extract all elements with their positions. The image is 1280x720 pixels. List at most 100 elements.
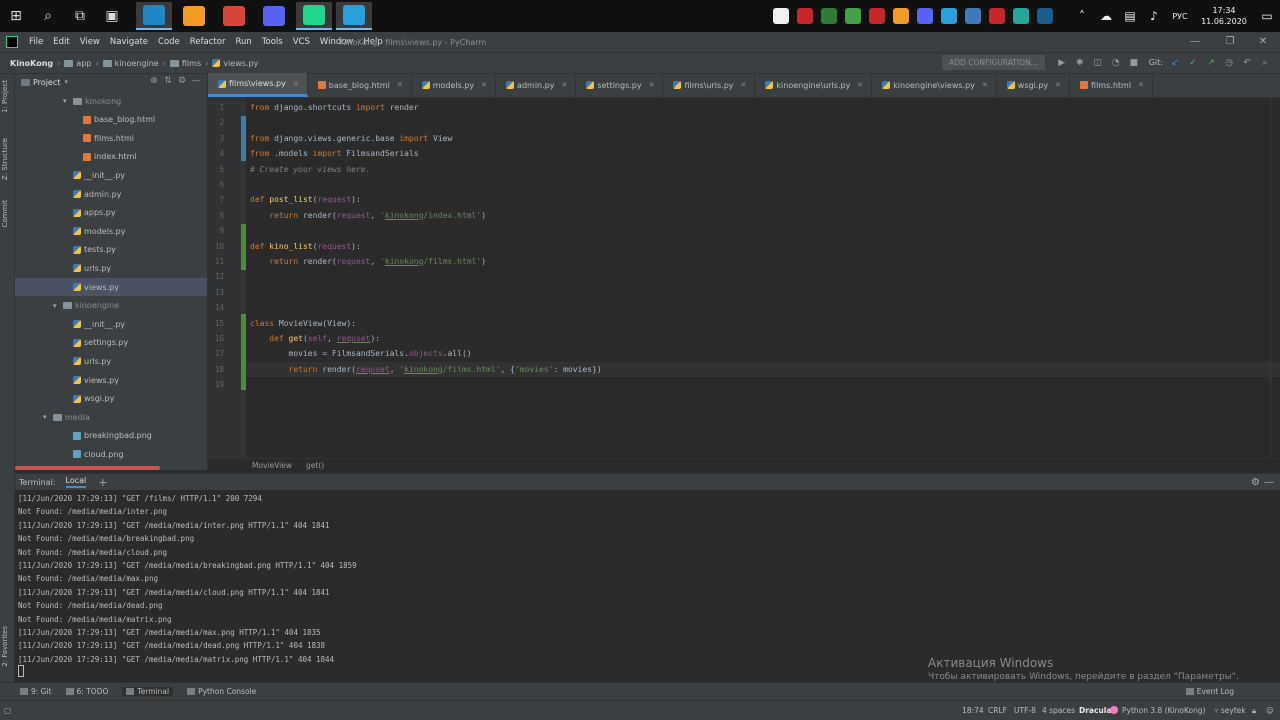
- terminal-tool-button[interactable]: Terminal: [122, 687, 174, 696]
- tray-dota-icon[interactable]: [866, 5, 888, 27]
- tree-file[interactable]: cloud.png: [15, 445, 207, 463]
- language-indicator[interactable]: РУС: [1167, 5, 1193, 27]
- line-separator[interactable]: CRLF: [988, 706, 1007, 715]
- tree-file[interactable]: views.py: [15, 371, 207, 389]
- favorites-tool-tab[interactable]: 2: Favorites: [1, 626, 9, 667]
- chevron-down-icon[interactable]: ▾: [53, 302, 63, 310]
- lock-icon[interactable]: 🔒︎: [1252, 706, 1256, 716]
- git-commit-icon[interactable]: ✓: [1185, 58, 1201, 68]
- tree-folder[interactable]: ▾ kinoengine: [15, 297, 207, 315]
- minimize-icon[interactable]: —: [1180, 32, 1210, 52]
- code-line[interactable]: class MovieView(View):: [250, 316, 356, 331]
- project-tool-tab[interactable]: 1: Project: [1, 80, 9, 113]
- rollback-icon[interactable]: ↶: [1239, 58, 1255, 68]
- tray-app-green-icon[interactable]: [1010, 5, 1032, 27]
- tray-file-icon[interactable]: [770, 5, 792, 27]
- menu-edit[interactable]: Edit: [48, 37, 74, 47]
- chevron-down-icon[interactable]: ▾: [43, 413, 53, 421]
- theme-name[interactable]: Dracula: [1079, 706, 1111, 715]
- add-configuration-button[interactable]: ADD CONFIGURATION...: [942, 55, 1045, 70]
- editor-tab[interactable]: settings.py ✕: [576, 73, 664, 97]
- crumb-class[interactable]: MovieView: [252, 461, 292, 470]
- debug-icon[interactable]: ✱: [1072, 58, 1088, 68]
- chevron-up-icon[interactable]: ˄: [1071, 5, 1093, 27]
- close-icon[interactable]: ✕: [1248, 32, 1278, 52]
- menu-tools[interactable]: Tools: [257, 37, 288, 47]
- code-line[interactable]: from .models import FilmsandSerials: [250, 146, 419, 161]
- network-icon[interactable]: ▤: [1119, 5, 1141, 27]
- tray-fps-icon[interactable]: [818, 5, 840, 27]
- tray-snipping-icon[interactable]: [794, 5, 816, 27]
- tree-file[interactable]: tests.py: [15, 241, 207, 259]
- history-icon[interactable]: ◷: [1221, 58, 1237, 68]
- tray-discord-icon[interactable]: [914, 5, 936, 27]
- close-tab-icon[interactable]: ✕: [397, 81, 403, 89]
- terminal-tab-local[interactable]: Local: [65, 476, 87, 488]
- code-editor[interactable]: 1 2 3 4 5 6 7 8 9 10 11 12 13 14 15 16 17 18 19 from djang…: [208, 98, 1280, 458]
- search-everywhere-icon[interactable]: ⌕: [1257, 58, 1273, 68]
- layout-icon[interactable]: ▢: [4, 706, 11, 715]
- taskbar-app-discord[interactable]: [256, 2, 292, 30]
- editor-tab[interactable]: kinoengine\views.py ✕: [872, 73, 997, 97]
- git-tool-button[interactable]: 9: Git: [20, 687, 52, 696]
- close-tab-icon[interactable]: ✕: [982, 81, 988, 89]
- close-tab-icon[interactable]: ✕: [741, 81, 747, 89]
- tray-telegram-icon[interactable]: [938, 5, 960, 27]
- project-panel-title[interactable]: Project: [33, 78, 60, 87]
- tree-folder[interactable]: ▾ kinokong: [15, 92, 207, 110]
- structure-tool-tab[interactable]: Z: Structure: [1, 138, 9, 180]
- editor-tab[interactable]: kinoengine\urls.py ✕: [755, 73, 873, 97]
- add-terminal-icon[interactable]: +: [98, 476, 107, 489]
- code-line[interactable]: return render(request, 'kinokong/index.h…: [250, 208, 486, 223]
- terminal-output[interactable]: [11/Jun/2020 17:29:13] "GET /films/ HTTP…: [15, 490, 1280, 682]
- volume-icon[interactable]: ♪: [1143, 5, 1165, 27]
- taskbar-app-pycharm[interactable]: [296, 2, 332, 30]
- cloud-icon[interactable]: ☁: [1095, 5, 1117, 27]
- tree-file[interactable]: urls.py: [15, 352, 207, 370]
- tree-file[interactable]: wsgi.py: [15, 390, 207, 408]
- chevron-down-icon[interactable]: ▾: [64, 78, 68, 86]
- code-line[interactable]: # Create your views here.: [250, 162, 370, 177]
- tree-file[interactable]: models.py: [15, 222, 207, 240]
- tray-xbox-icon[interactable]: [842, 5, 864, 27]
- windows-start-icon[interactable]: ⊞: [1, 3, 31, 29]
- taskbar-app-telegram[interactable]: [336, 2, 372, 30]
- crumb-file[interactable]: views.py: [223, 59, 258, 68]
- tray-steam-icon[interactable]: [1034, 5, 1056, 27]
- hide-icon[interactable]: —: [189, 76, 203, 86]
- gear-icon[interactable]: ⚙: [175, 76, 189, 86]
- interpreter-selector[interactable]: Python 3.8 (KinoKong): [1110, 706, 1206, 715]
- menu-view[interactable]: View: [75, 37, 105, 47]
- close-tab-icon[interactable]: ✕: [1055, 81, 1061, 89]
- tray-aida64-icon[interactable]: [986, 5, 1008, 27]
- gear-icon[interactable]: ⚙: [1251, 477, 1260, 488]
- file-encoding[interactable]: UTF-8: [1014, 706, 1036, 715]
- tree-file[interactable]: apps.py: [15, 204, 207, 222]
- commit-tool-tab[interactable]: Commit: [1, 200, 9, 228]
- chevron-down-icon[interactable]: ▾: [63, 97, 73, 105]
- tree-file[interactable]: admin.py: [15, 185, 207, 203]
- tree-file[interactable]: settings.py: [15, 334, 207, 352]
- editor-tab[interactable]: admin.py ✕: [496, 73, 577, 97]
- coverage-icon[interactable]: ◫: [1090, 58, 1106, 68]
- menu-navigate[interactable]: Navigate: [105, 37, 153, 47]
- tree-file[interactable]: breakingbad.png: [15, 427, 207, 445]
- tray-python-icon[interactable]: [962, 5, 984, 27]
- caret-position[interactable]: 18:74: [962, 706, 984, 715]
- crumb-kinoengine[interactable]: kinoengine: [115, 59, 159, 68]
- tree-file[interactable]: __init__.py: [15, 166, 207, 184]
- task-view-icon[interactable]: ⧉: [65, 3, 95, 29]
- code-line[interactable]: def post_list(request):: [250, 192, 361, 207]
- git-push-icon[interactable]: ↗: [1203, 58, 1219, 68]
- inspector-icon[interactable]: ☺: [1266, 706, 1274, 715]
- close-tab-icon[interactable]: ✕: [481, 81, 487, 89]
- git-branch[interactable]: ⑂ seytek: [1214, 706, 1246, 715]
- taskbar-app-sublime[interactable]: [176, 2, 212, 30]
- code-line[interactable]: from django.views.generic.base import Vi…: [250, 131, 452, 146]
- crumb-films[interactable]: films: [182, 59, 201, 68]
- event-log-button[interactable]: Event Log: [1185, 687, 1234, 696]
- close-tab-icon[interactable]: ✕: [1138, 81, 1144, 89]
- code-line[interactable]: from django.shortcuts import render: [250, 100, 419, 115]
- crumb-app[interactable]: app: [76, 59, 91, 68]
- crumb-project[interactable]: KinoKong: [10, 59, 53, 68]
